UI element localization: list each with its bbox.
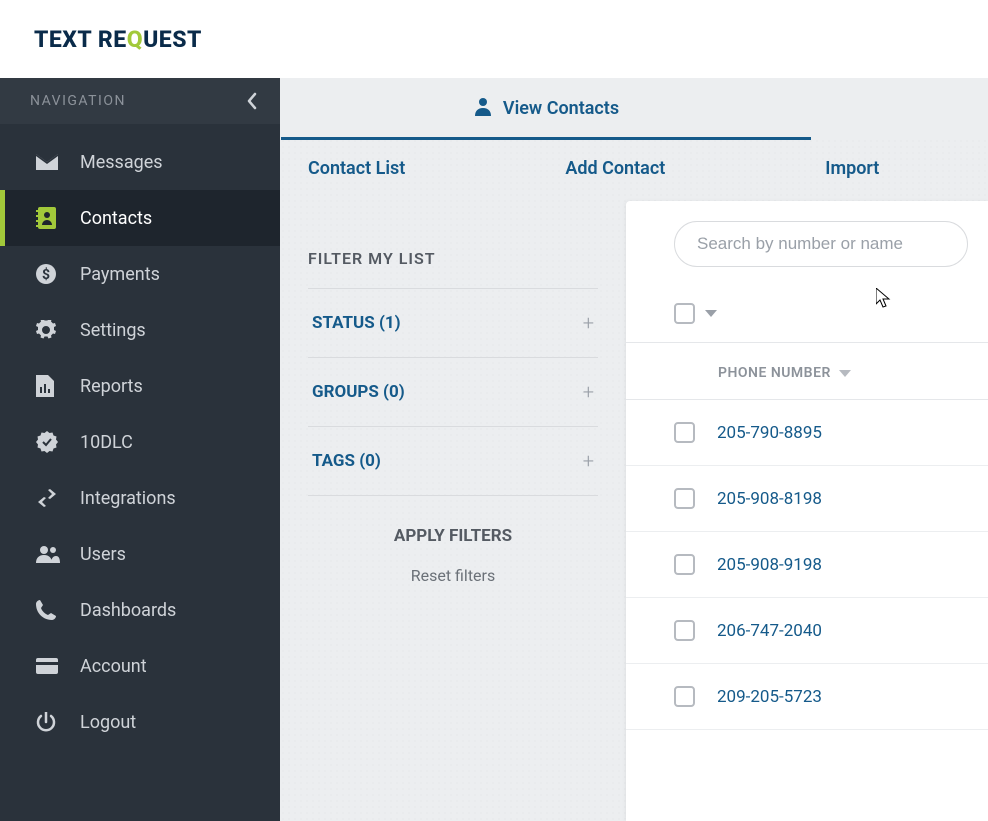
sidebar-item-label: 10DLC xyxy=(80,432,133,453)
plus-icon: + xyxy=(583,380,594,404)
sidebar-item-reports[interactable]: Reports xyxy=(0,358,280,414)
address-book-icon xyxy=(36,207,66,229)
person-icon xyxy=(473,96,493,121)
sidebar-item-integrations[interactable]: Integrations xyxy=(0,470,280,526)
brand-pre: TEXT RE xyxy=(34,26,127,53)
contact-phone-link[interactable]: 205-790-8895 xyxy=(717,423,822,443)
reset-filters-button[interactable]: Reset filters xyxy=(308,566,598,585)
row-checkbox[interactable] xyxy=(674,686,695,707)
filter-status-label: STATUS (1) xyxy=(312,313,401,333)
sidebar-item-label: Settings xyxy=(80,320,146,341)
sidebar-item-messages[interactable]: Messages xyxy=(0,134,280,190)
sidebar-item-dashboards[interactable]: Dashboards xyxy=(0,582,280,638)
sidebar-item-contacts[interactable]: Contacts xyxy=(0,190,280,246)
document-chart-icon xyxy=(36,375,66,397)
row-checkbox[interactable] xyxy=(674,422,695,443)
column-header-phone[interactable]: PHONE NUMBER xyxy=(626,343,988,400)
table-row: 206-747-2040 xyxy=(626,598,988,664)
select-all-dropdown[interactable] xyxy=(705,310,717,317)
sidebar-item-label: Dashboards xyxy=(80,600,176,621)
contact-list-panel: PHONE NUMBER 205-790-8895205-908-8198205… xyxy=(626,201,988,821)
sidebar-header: NAVIGATION xyxy=(0,78,280,124)
view-tab-label: View Contacts xyxy=(503,98,619,119)
envelope-icon xyxy=(36,154,66,170)
tab-add-contact[interactable]: Add Contact xyxy=(565,158,665,179)
sidebar-item-label: Logout xyxy=(80,712,136,733)
sidebar-item-label: Payments xyxy=(80,264,160,285)
sidebar-item-logout[interactable]: Logout xyxy=(0,694,280,750)
contact-phone-link[interactable]: 205-908-9198 xyxy=(717,555,822,575)
sidebar-item-label: Users xyxy=(80,544,126,565)
filter-groups[interactable]: GROUPS (0) + xyxy=(308,357,598,426)
sidebar-item-label: Contacts xyxy=(80,208,152,229)
badge-check-icon xyxy=(36,431,66,453)
tab-import[interactable]: Import xyxy=(825,158,879,179)
sidebar-item-payments[interactable]: $ Payments xyxy=(0,246,280,302)
column-header-label: PHONE NUMBER xyxy=(718,365,831,381)
table-row: 209-205-5723 xyxy=(626,664,988,730)
app-header: TEXT REQUEST xyxy=(0,0,988,78)
filter-tags-label: TAGS (0) xyxy=(312,451,381,471)
contact-phone-link[interactable]: 205-908-8198 xyxy=(717,489,822,509)
users-icon xyxy=(36,545,66,563)
sidebar-item-account[interactable]: Account xyxy=(0,638,280,694)
card-icon xyxy=(36,658,66,674)
sidebar-item-10dlc[interactable]: 10DLC xyxy=(0,414,280,470)
search-wrap xyxy=(626,221,988,285)
swap-icon xyxy=(36,489,66,507)
select-all-row xyxy=(626,285,988,343)
sidebar-item-settings[interactable]: Settings xyxy=(0,302,280,358)
table-row: 205-908-8198 xyxy=(626,466,988,532)
sidebar-item-label: Integrations xyxy=(80,488,176,509)
sort-desc-icon xyxy=(839,370,851,377)
brand-q: Q xyxy=(127,26,143,53)
select-all-checkbox[interactable] xyxy=(674,303,695,324)
sidebar-item-label: Reports xyxy=(80,376,143,397)
gear-icon xyxy=(36,320,66,340)
table-row: 205-908-9198 xyxy=(626,532,988,598)
table-row: 205-790-8895 xyxy=(626,400,988,466)
contact-rows: 205-790-8895 205-908-8198 205-908-9198 206-… xyxy=(626,400,988,730)
filter-tags[interactable]: TAGS (0) + xyxy=(308,426,598,496)
plus-icon: + xyxy=(583,449,594,473)
apply-filters-button[interactable]: APPLY FILTERS xyxy=(308,526,598,546)
sidebar-item-label: Account xyxy=(80,656,147,677)
row-checkbox[interactable] xyxy=(674,554,695,575)
brand-post: UEST xyxy=(143,26,202,53)
filter-groups-label: GROUPS (0) xyxy=(312,382,405,402)
brand-logo: TEXT REQUEST xyxy=(34,26,202,53)
plus-icon: + xyxy=(583,311,594,335)
view-tabs: View Contacts xyxy=(280,78,988,140)
sidebar: NAVIGATION Messages Contacts $ Payments … xyxy=(0,78,280,821)
filter-status[interactable]: STATUS (1) + xyxy=(308,288,598,357)
dollar-icon: $ xyxy=(36,264,66,284)
svg-text:$: $ xyxy=(42,266,50,283)
contact-phone-link[interactable]: 206-747-2040 xyxy=(717,621,822,641)
row-checkbox[interactable] xyxy=(674,620,695,641)
sidebar-title: NAVIGATION xyxy=(30,93,126,109)
tab-contact-list[interactable]: Contact List xyxy=(308,158,405,179)
phone-icon xyxy=(36,600,66,620)
sidebar-item-users[interactable]: Users xyxy=(0,526,280,582)
filter-panel: FILTER MY LIST STATUS (1) + GROUPS (0) +… xyxy=(308,201,598,821)
sidebar-nav: Messages Contacts $ Payments Settings Re… xyxy=(0,124,280,750)
main-content: View Contacts Contact List Add Contact I… xyxy=(280,78,988,821)
contact-phone-link[interactable]: 209-205-5723 xyxy=(717,687,822,707)
filter-title: FILTER MY LIST xyxy=(308,249,598,268)
sidebar-collapse-button[interactable] xyxy=(246,92,258,110)
sidebar-item-label: Messages xyxy=(80,152,163,173)
search-input[interactable] xyxy=(674,221,968,267)
row-checkbox[interactable] xyxy=(674,488,695,509)
tab-view-contacts[interactable]: View Contacts xyxy=(281,78,811,140)
sub-tabs: Contact List Add Contact Import xyxy=(280,140,988,201)
power-icon xyxy=(36,712,66,732)
